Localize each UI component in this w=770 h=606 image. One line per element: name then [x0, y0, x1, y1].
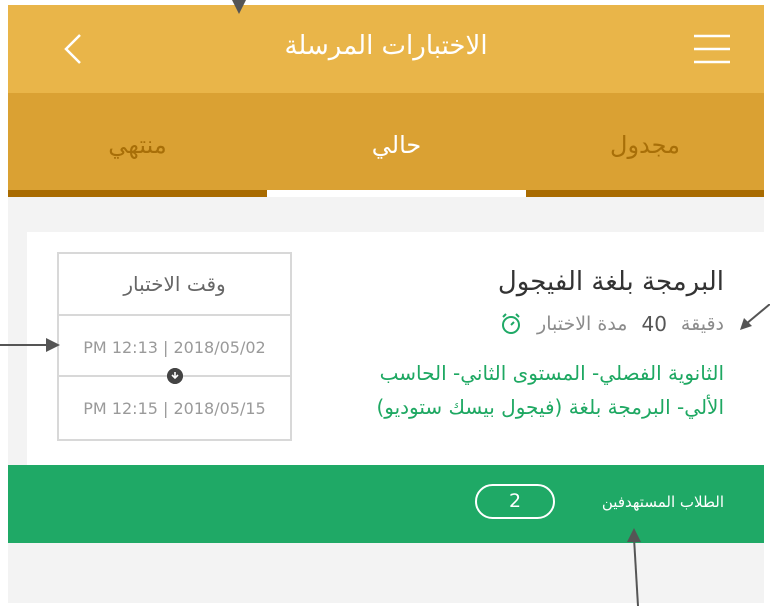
tab-underline	[526, 190, 764, 197]
duration-row: مدة الاختبار 40 دقيقة	[499, 312, 724, 336]
duration-value: 40	[641, 312, 667, 336]
tab-label: منتهي	[108, 131, 167, 159]
tab-active-underline	[267, 190, 526, 197]
exam-card[interactable]: البرمجة بلغة الفيجول مدة الاختبار 40 دقي…	[27, 232, 764, 465]
levels-line: الثانوية الفصلي- المستوى الثاني- الحاسب	[379, 361, 724, 385]
duration-label: مدة الاختبار	[537, 313, 628, 335]
target-students-count[interactable]: 2	[475, 484, 555, 519]
tab-current[interactable]: حالي	[267, 93, 526, 197]
tab-underline	[8, 190, 267, 197]
screen: الاختبارات المرسلة مجدول حالي منتهي البر…	[8, 5, 764, 603]
levels-line: الألي- البرمجة بلغة (فيجول بيسك ستوديو)	[376, 395, 724, 419]
exam-time-box: وقت الاختبار PM 12:13 | 2018/05/02 PM 12…	[57, 252, 292, 441]
tab-label: مجدول	[610, 131, 680, 159]
stopwatch-icon	[502, 313, 521, 334]
duration-unit: دقيقة	[680, 313, 724, 335]
arrow-down-icon	[167, 368, 183, 384]
time-header: وقت الاختبار	[59, 254, 290, 316]
tab-label: حالي	[371, 131, 422, 159]
exam-levels: الثانوية الفصلي- المستوى الثاني- الحاسب …	[344, 356, 724, 424]
target-students-bar: الطلاب المستهدفين 2	[8, 465, 764, 543]
tab-finished[interactable]: منتهي	[8, 93, 267, 197]
header-bar: الاختبارات المرسلة	[8, 5, 764, 93]
target-students-label: الطلاب المستهدفين	[601, 493, 724, 511]
hamburger-menu-icon	[694, 34, 730, 64]
tab-bar: مجدول حالي منتهي	[8, 93, 764, 197]
exam-title: البرمجة بلغة الفيجول	[497, 267, 724, 297]
page-title: الاختبارات المرسلة	[284, 31, 488, 61]
tab-scheduled[interactable]: مجدول	[526, 93, 764, 197]
menu-button[interactable]	[690, 27, 734, 71]
end-time: PM 12:15 | 2018/05/15	[83, 399, 266, 418]
